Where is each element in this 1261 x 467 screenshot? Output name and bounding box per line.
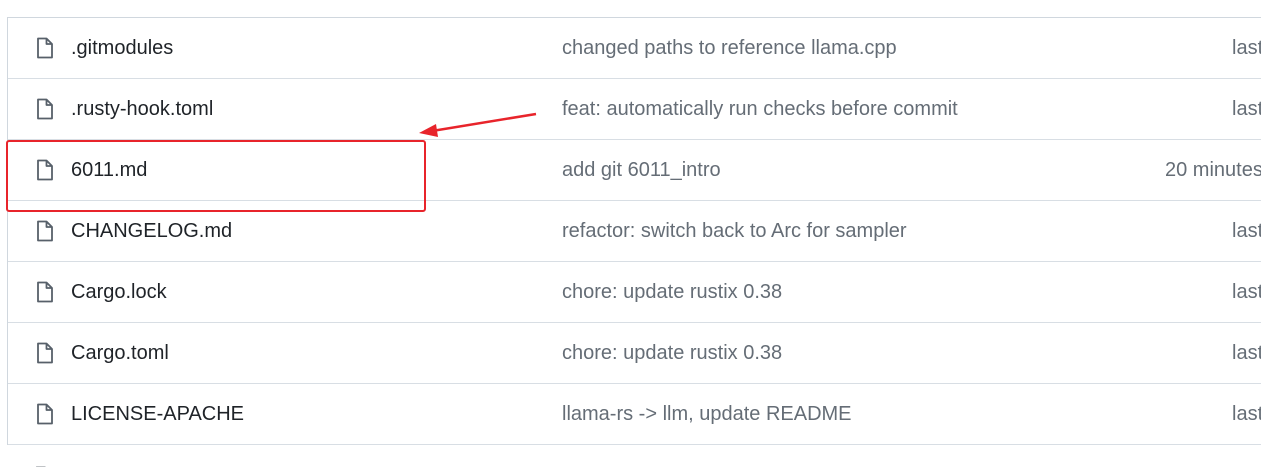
commit-message-link[interactable]: refactor: switch back to Arc for sampler — [562, 219, 907, 243]
file-list: .gitmodules changed paths to reference l… — [7, 17, 1261, 445]
commit-message-link[interactable]: feat: automatically run checks before co… — [562, 97, 958, 121]
file-row[interactable]: CHANGELOG.md refactor: switch back to Ar… — [8, 201, 1261, 262]
file-name-link[interactable]: .gitmodules — [71, 36, 173, 60]
file-row[interactable]: .gitmodules changed paths to reference l… — [8, 18, 1261, 79]
file-row[interactable]: 6011.md add git 6011_intro 20 minutes — [8, 140, 1261, 201]
commit-message-link[interactable]: add git 6011_intro — [562, 158, 721, 182]
commit-time: last — [1232, 281, 1261, 303]
commit-time: last — [1232, 220, 1261, 242]
commit-message-link[interactable]: changed paths to reference llama.cpp — [562, 36, 897, 60]
commit-time: last — [1232, 37, 1261, 59]
file-name-link[interactable]: 6011.md — [71, 158, 147, 182]
file-name-link[interactable]: CHANGELOG.md — [71, 219, 232, 243]
file-row[interactable]: Cargo.lock chore: update rustix 0.38 las… — [8, 262, 1261, 323]
file-row[interactable]: LICENSE-APACHE llama-rs -> llm, update R… — [8, 384, 1261, 445]
commit-time: last — [1232, 403, 1261, 425]
file-icon — [36, 159, 54, 181]
file-name-link[interactable]: LICENSE-APACHE — [71, 402, 244, 426]
file-row[interactable]: .rusty-hook.toml feat: automatically run… — [8, 79, 1261, 140]
commit-message-link[interactable]: chore: update rustix 0.38 — [562, 280, 782, 304]
file-name-link[interactable]: .rusty-hook.toml — [71, 97, 213, 121]
repo-file-browser: .gitmodules changed paths to reference l… — [0, 0, 1261, 467]
file-name-link[interactable]: Cargo.toml — [71, 341, 169, 365]
file-icon — [36, 281, 54, 303]
file-icon — [35, 460, 53, 467]
commit-message-link[interactable]: llama-rs -> llm, update README — [562, 402, 852, 426]
commit-message-link[interactable]: chore: update rustix 0.38 — [562, 341, 782, 365]
file-icon — [36, 403, 54, 425]
file-icon — [36, 98, 54, 120]
file-icon — [36, 220, 54, 242]
file-icon — [36, 37, 54, 59]
commit-time: last — [1232, 342, 1261, 364]
file-icon — [36, 342, 54, 364]
file-row[interactable]: Cargo.toml chore: update rustix 0.38 las… — [8, 323, 1261, 384]
commit-time: last — [1232, 98, 1261, 120]
commit-time: 20 minutes — [1165, 159, 1261, 181]
file-name-link[interactable]: Cargo.lock — [71, 280, 167, 304]
